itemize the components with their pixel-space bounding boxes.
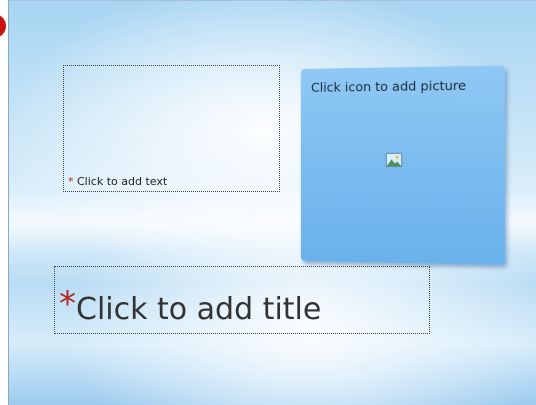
text-placeholder[interactable]: * Click to add text: [63, 65, 280, 192]
picture-placeholder[interactable]: Click icon to add picture: [301, 66, 505, 265]
insert-picture-icon[interactable]: [386, 153, 402, 167]
title-star: *: [59, 284, 76, 324]
slide-marker-tab: [0, 14, 6, 38]
slide-canvas: * Click to add text Click icon to add pi…: [8, 0, 536, 405]
picture-placeholder-label: Click icon to add picture: [311, 78, 466, 95]
bullet-star: *: [68, 175, 74, 188]
title-placeholder-label: *Click to add title: [59, 286, 321, 328]
text-placeholder-label: * Click to add text: [68, 175, 167, 188]
text-placeholder-prompt: Click to add text: [77, 175, 167, 188]
title-placeholder-prompt: Click to add title: [76, 292, 321, 327]
title-placeholder[interactable]: *Click to add title: [54, 266, 430, 334]
page: * Click to add text Click icon to add pi…: [0, 0, 536, 405]
